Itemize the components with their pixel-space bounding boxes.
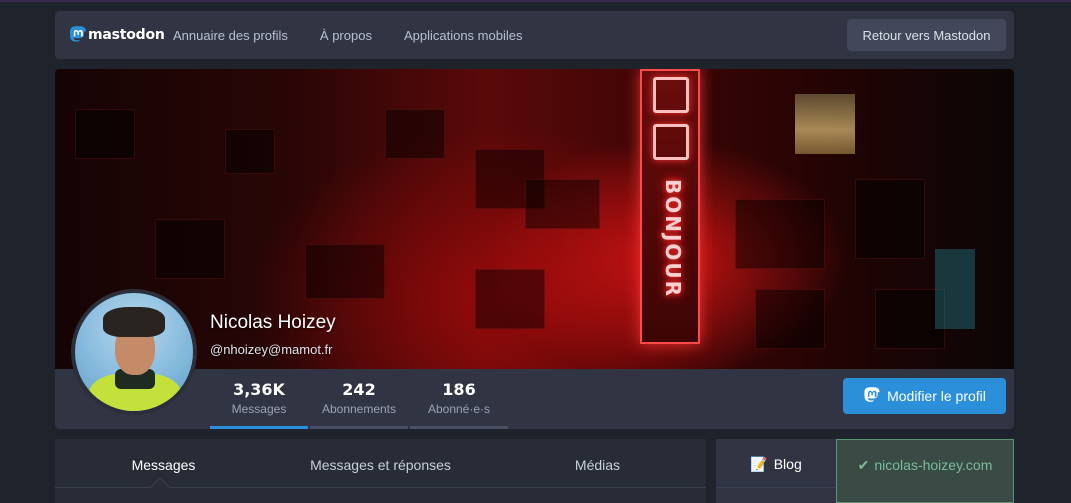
stat-bar	[410, 426, 508, 429]
mastodon-icon	[864, 387, 880, 402]
banner-window	[385, 109, 445, 159]
banner-window	[525, 179, 600, 229]
stat-followers[interactable]: 186 Abonné·e·s	[410, 369, 508, 429]
stat-messages[interactable]: 3,36K Messages	[210, 369, 308, 429]
top-navbar: mastodon Annuaire des profils À propos A…	[55, 11, 1014, 59]
banner-window	[305, 244, 385, 299]
stat-value: 242	[342, 380, 376, 399]
back-to-mastodon-button[interactable]: Retour vers Mastodon	[847, 19, 1006, 51]
field-name-blog: 📝 Blog	[716, 439, 836, 503]
stat-following[interactable]: 242 Abonnements	[310, 369, 408, 429]
profile-banner-image: BONJOUR	[55, 69, 1014, 369]
logo-wordmark: mastodon	[88, 27, 165, 43]
nav-link-mobile-apps[interactable]: Applications mobiles	[404, 28, 523, 43]
edit-profile-label: Modifier le profil	[887, 388, 986, 404]
profile-handle: @nhoizey@mamot.fr	[210, 342, 333, 357]
nav-link-profile-directory[interactable]: Annuaire des profils	[173, 28, 288, 43]
tab-media[interactable]: Médias	[489, 439, 706, 503]
stat-bar	[310, 426, 408, 429]
avatar-hair	[103, 307, 165, 337]
edit-profile-button[interactable]: Modifier le profil	[843, 378, 1006, 414]
stat-label: Messages	[231, 402, 287, 416]
banner-lit-window	[795, 94, 855, 154]
banner-window	[75, 109, 135, 159]
tab-messages-and-replies[interactable]: Messages et réponses	[272, 439, 489, 503]
banner-window	[755, 289, 825, 349]
stat-value: 186	[442, 380, 476, 399]
nav-link-about[interactable]: À propos	[320, 28, 372, 43]
field-value-link[interactable]: ✔ nicolas-hoizey.com	[836, 439, 1014, 503]
mastodon-logo[interactable]: mastodon	[69, 25, 165, 45]
avatar-image	[75, 293, 193, 411]
profile-tabs: Messages Messages et réponses Médias	[55, 439, 706, 503]
memo-icon: 📝	[750, 456, 768, 472]
stat-value: 3,36K	[233, 380, 285, 399]
banner-cyan-glow	[935, 249, 975, 329]
fields-divider	[716, 487, 836, 488]
verified-check-icon: ✔	[857, 457, 870, 473]
mastodon-icon	[70, 25, 86, 42]
banner-sign-text: BONJOUR	[661, 179, 685, 299]
banner-sign-glyph	[653, 124, 689, 160]
profile-fields: 📝 Blog ✔ nicolas-hoizey.com	[716, 439, 1014, 503]
profile-display-name: Nicolas Hoizey	[210, 312, 336, 333]
field-value-label: nicolas-hoizey.com	[874, 457, 993, 473]
stat-label: Abonné·e·s	[427, 402, 491, 416]
banner-window	[735, 199, 825, 269]
stat-label: Abonnements	[321, 402, 397, 416]
profile-header-card: BONJOUR Nicolas Hoizey @nhoizey@mamot.fr…	[55, 69, 1014, 429]
stat-active-bar	[210, 426, 308, 429]
banner-sign-glyph	[653, 77, 689, 113]
banner-window	[855, 179, 925, 259]
banner-window	[225, 129, 275, 174]
banner-window	[155, 219, 225, 279]
field-name-label: Blog	[773, 456, 802, 472]
avatar[interactable]	[71, 289, 197, 415]
banner-window	[475, 269, 545, 329]
window-top-edge	[0, 0, 1071, 2]
